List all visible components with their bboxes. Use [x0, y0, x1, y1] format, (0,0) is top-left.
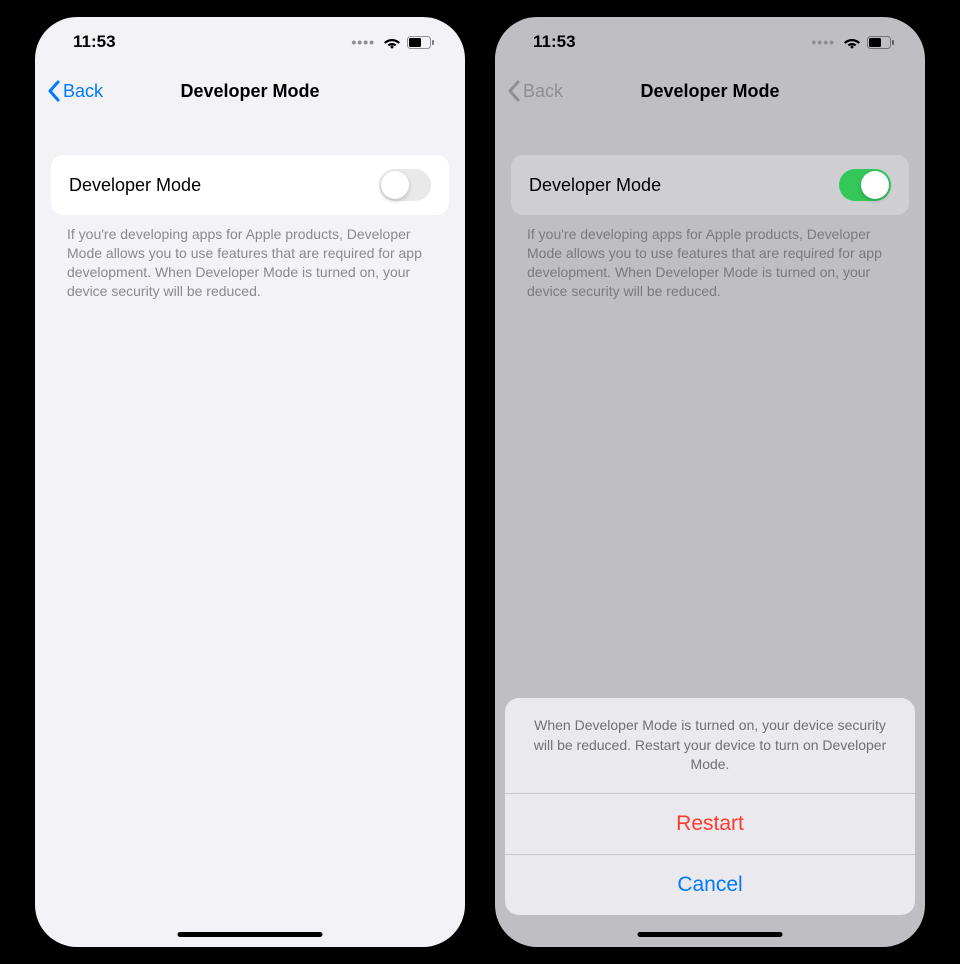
back-label: Back	[523, 81, 563, 102]
battery-icon	[867, 36, 895, 49]
chevron-left-icon	[507, 80, 521, 102]
wifi-icon	[383, 36, 401, 49]
status-icons: ••••	[811, 34, 895, 50]
developer-mode-row: Developer Mode	[511, 155, 909, 215]
restart-button[interactable]: Restart	[505, 794, 915, 855]
battery-icon	[407, 36, 435, 49]
status-time: 11:53	[73, 32, 116, 52]
page-title: Developer Mode	[640, 81, 779, 102]
developer-mode-toggle[interactable]	[379, 169, 431, 201]
nav-bar: Back Developer Mode	[35, 67, 465, 115]
chevron-left-icon	[47, 80, 61, 102]
cellular-icon: ••••	[811, 34, 835, 50]
setting-description: If you're developing apps for Apple prod…	[495, 215, 925, 301]
setting-description: If you're developing apps for Apple prod…	[35, 215, 465, 301]
developer-mode-toggle[interactable]	[839, 169, 891, 201]
developer-mode-row: Developer Mode	[51, 155, 449, 215]
toggle-knob	[861, 171, 889, 199]
status-bar: 11:53 ••••	[35, 17, 465, 67]
content-area: Developer Mode If you're developing apps…	[35, 115, 465, 947]
action-sheet-group: When Developer Mode is turned on, your d…	[505, 698, 915, 915]
cancel-button[interactable]: Cancel	[505, 855, 915, 915]
action-sheet-message: When Developer Mode is turned on, your d…	[505, 698, 915, 794]
developer-mode-label: Developer Mode	[529, 175, 661, 196]
back-button[interactable]: Back	[47, 80, 103, 102]
wifi-icon	[843, 36, 861, 49]
home-indicator[interactable]	[638, 932, 783, 937]
status-icons: ••••	[351, 34, 435, 50]
nav-bar: Back Developer Mode	[495, 67, 925, 115]
back-button[interactable]: Back	[507, 80, 563, 102]
page-title: Developer Mode	[180, 81, 319, 102]
back-label: Back	[63, 81, 103, 102]
toggle-knob	[381, 171, 409, 199]
status-bar: 11:53 ••••	[495, 17, 925, 67]
home-indicator[interactable]	[178, 932, 323, 937]
developer-mode-label: Developer Mode	[69, 175, 201, 196]
phone-right: 11:53 •••• Back Developer Mode Developer…	[495, 17, 925, 947]
cellular-icon: ••••	[351, 34, 375, 50]
action-sheet: When Developer Mode is turned on, your d…	[505, 698, 915, 915]
status-time: 11:53	[533, 32, 576, 52]
phone-left: 11:53 •••• Back Developer Mode Developer…	[35, 17, 465, 947]
